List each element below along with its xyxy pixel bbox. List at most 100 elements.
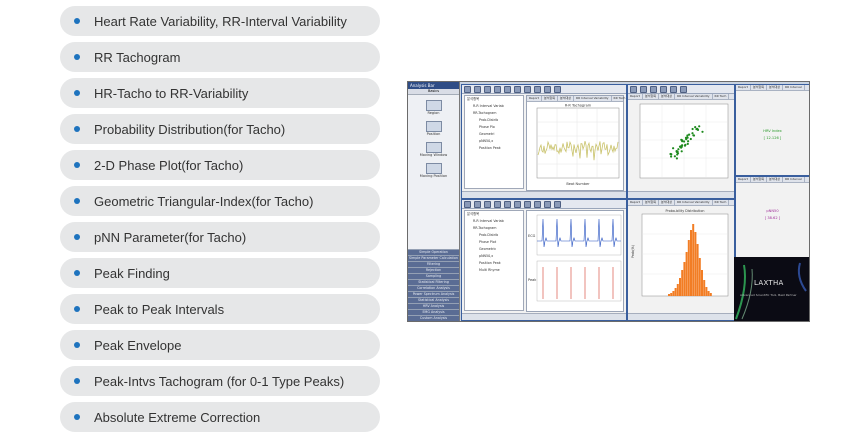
sidebar-button[interactable]: Custom Analysis [408,315,459,321]
tab[interactable]: RR Interval Variability [675,94,713,99]
tab[interactable]: Report [527,96,542,101]
settings-icon[interactable] [660,85,667,93]
tree-node[interactable]: 분석항목 [465,211,523,218]
tree-node[interactable]: Phase Plot [465,239,523,246]
cursor-icon[interactable] [504,200,511,208]
sidebar-item-position[interactable]: Position [408,121,459,137]
tab[interactable]: Report [628,94,643,99]
tab[interactable]: RR Interval Variability [574,96,612,101]
sidebar-item-region[interactable]: Region [408,100,459,116]
sidebar-item-label: Region [427,111,440,115]
refresh-icon[interactable] [534,85,541,93]
tab[interactable]: 분석항목 [751,177,767,182]
help-icon[interactable] [554,85,561,93]
feature-item: Peak Envelope [60,330,380,360]
histogram-bar [676,284,679,296]
tree-node[interactable]: R-R Interval Variab [465,103,523,110]
settings-icon[interactable] [524,200,531,208]
report-window-top: Report 분석항목 분석대상 RR Interval HRV Index [ 12… [735,84,809,176]
tab[interactable]: Report [736,85,751,90]
report-bottom-content: pNN50 [ 38.62 ] [736,209,809,220]
tab[interactable]: RR Interval [783,177,805,182]
sidebar-button[interactable]: Simple Parameter Calculation [408,255,459,261]
tab[interactable]: Report [628,200,643,205]
tree-node[interactable]: RR-Tachogram [465,110,523,117]
print-icon[interactable] [484,85,491,93]
tree-node[interactable]: Phase Plo [465,124,523,131]
tree-node[interactable]: 분석항목 [465,96,523,103]
save-icon[interactable] [474,200,481,208]
zoom-icon[interactable] [494,85,501,93]
tree-node[interactable]: Geometric [465,246,523,253]
tree-node[interactable]: Prob.Distrib [465,232,523,239]
graph-icon[interactable] [680,85,687,93]
tree-node[interactable]: Multi Rhyme [465,267,523,274]
tab[interactable]: 분석항목 [643,94,659,99]
tree-node[interactable]: Geometri [465,131,523,138]
histogram-bar [703,280,706,296]
histogram-title: Proba-bility Distribution [666,209,705,213]
tree-node[interactable]: R-R Interval Variab [465,218,523,225]
sidebar-item-moving-window[interactable]: Moving Window [408,142,459,158]
marker-icon[interactable] [514,85,521,93]
tree-node[interactable]: RR-Tachogram [465,225,523,232]
feature-label: HR-Tacho to RR-Variability [94,85,249,101]
analysis-tree[interactable]: 분석항목 R-R Interval Variab RR-Tachogram Prob.… [464,210,524,311]
save-icon[interactable] [474,85,481,93]
tree-node[interactable]: pNN50,x [465,253,523,260]
scatter-point [692,134,695,137]
feature-label: Peak Finding [94,265,170,281]
histogram-bar [698,258,701,296]
ecg-label: ECG [528,234,536,238]
zoom-icon[interactable] [630,85,637,93]
marker-icon[interactable] [650,85,657,93]
tab[interactable]: 분석항목 [751,85,767,90]
tab[interactable]: RR Tach [713,94,730,99]
bullet-icon [74,126,80,132]
cursor-icon[interactable] [504,85,511,93]
tree-node[interactable]: Position Peak [465,145,523,152]
scatter-point [675,157,678,160]
histogram-ylabel: Prob(%) [631,245,635,258]
tab[interactable]: 분석항목 [542,96,558,101]
feature-item: pNN Parameter(for Tacho) [60,222,380,252]
window-status-bar [462,313,626,320]
sidebar-button[interactable]: Power Spectrum Analysis [408,291,459,297]
open-icon[interactable] [464,85,471,93]
tab[interactable]: 분석대상 [659,200,676,205]
tab[interactable]: RR Interval Variability [675,200,713,205]
sidebar-item-moving-position[interactable]: Moving Position [408,163,459,179]
tab[interactable]: 분석대상 [767,177,784,182]
tree-node[interactable]: Prob.Distrib [465,117,523,124]
phase-plot-window: Report 분석항목 분석대상 RR Interval Variability RR … [627,84,735,199]
tab[interactable]: 분석대상 [659,94,676,99]
tab[interactable]: 분석대상 [767,85,784,90]
tree-node[interactable]: Position Peak [465,260,523,267]
tab[interactable]: 분석대상 [558,96,575,101]
help-icon[interactable] [554,200,561,208]
tab[interactable]: 분석항목 [643,200,659,205]
tab[interactable]: RR Tach [713,200,730,205]
marker-icon[interactable] [514,200,521,208]
refresh-icon[interactable] [534,200,541,208]
print-icon[interactable] [484,200,491,208]
scatter-point [691,127,694,131]
bullet-icon [74,198,80,204]
zoom-icon[interactable] [494,200,501,208]
bullet-icon [74,306,80,312]
histogram-bar [707,291,710,296]
tab[interactable]: RR Interval [783,85,805,90]
graph-icon[interactable] [544,85,551,93]
tab[interactable]: RR Tach [612,96,626,101]
ecg-peak-plot: ECG Peak [526,210,624,312]
refresh-icon[interactable] [670,85,677,93]
open-icon[interactable] [464,200,471,208]
cursor-icon[interactable] [640,85,647,93]
graph-icon[interactable] [544,200,551,208]
tree-node[interactable]: pNN50,x [465,138,523,145]
histogram-bar [687,240,690,296]
tab[interactable]: Report [736,177,751,182]
settings-icon[interactable] [524,85,531,93]
analysis-tree[interactable]: 분석항목 R-R Interval Variab RR-Tachogram Prob.… [464,95,524,189]
scatter-point [670,155,673,158]
